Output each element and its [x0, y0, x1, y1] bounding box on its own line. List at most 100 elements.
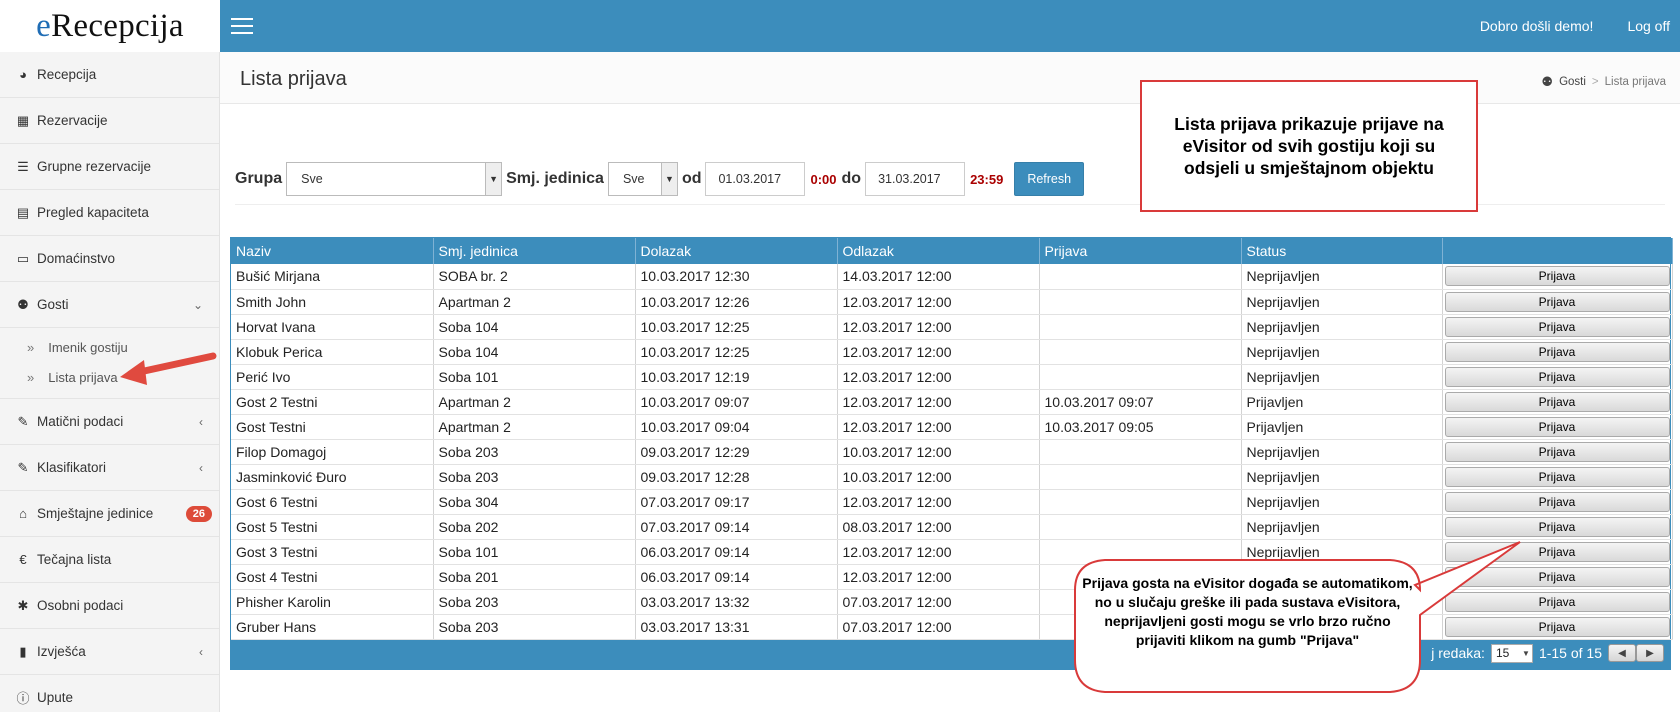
table-cell: 10.03.2017 12:00 — [837, 439, 1040, 465]
table-cell: Soba 203 — [433, 614, 636, 640]
table-row[interactable]: Filop Domagoj Soba 203 09.03.2017 12:29 10.… — [231, 439, 1673, 465]
prijava-button[interactable]: Prijava — [1444, 616, 1670, 637]
sidebar-subitem-imenik-gostiju[interactable]: » Imenik gostiju — [0, 332, 219, 362]
sidebar-item-label: Matični podaci — [37, 414, 124, 429]
table-cell: Perić Ivo — [231, 364, 434, 390]
prijava-button[interactable]: Prijava — [1444, 516, 1670, 537]
grupa-select[interactable]: Sve ▼ — [286, 162, 503, 196]
home-icon: ⌂ — [19, 506, 27, 521]
filter-bar: Grupa Sve ▼ Smj. jedinica Sve ▼ od 01.03… — [235, 162, 1085, 196]
double-chevron-right-icon: » — [27, 339, 35, 355]
table-cell: 12.03.2017 12:00 — [837, 414, 1040, 440]
table-cell: Apartman 2 — [433, 414, 636, 440]
sidebar-item-matični-podaci[interactable]: ✎ Matični podaci ‹ — [0, 399, 219, 445]
logoff-link[interactable]: Log off — [1627, 18, 1670, 34]
prijava-button[interactable]: Prijava — [1444, 291, 1670, 312]
table-row[interactable]: Gost 6 Testni Soba 304 07.03.2017 09:17 12.… — [231, 489, 1673, 515]
top-right-area: Dobro došli demo! Log off — [1480, 0, 1670, 52]
table-cell: Neprijavljen — [1241, 439, 1443, 465]
column-header[interactable]: Naziv — [231, 238, 434, 264]
smj-jedinica-select[interactable]: Sve ▼ — [607, 162, 678, 196]
sidebar-item-tečajna-lista[interactable]: € Tečajna lista — [0, 537, 219, 583]
column-header[interactable]: Dolazak — [635, 238, 838, 264]
hamburger-menu-icon[interactable] — [231, 18, 253, 34]
table-row[interactable]: Gost 2 Testni Apartman 2 10.03.2017 09:07 1… — [231, 389, 1673, 415]
table-row[interactable]: Phisher Karolin Soba 203 03.03.2017 13:32 0… — [231, 589, 1673, 615]
chevron-down-icon: ▼ — [1522, 648, 1530, 658]
prev-page-button[interactable]: ◀ — [1608, 644, 1636, 662]
sidebar-item-gosti[interactable]: ⚉ Gosti ⌄ — [0, 282, 219, 328]
table-row[interactable]: Gost 3 Testni Soba 101 06.03.2017 09:14 12.… — [231, 539, 1673, 565]
sidebar-item-pregled-kapaciteta[interactable]: ▤ Pregled kapaciteta — [0, 190, 219, 236]
table-cell: 12.03.2017 12:00 — [837, 289, 1040, 315]
prijava-button[interactable]: Prijava — [1444, 391, 1670, 412]
smj-jedinica-label: Smj. jedinica — [506, 170, 604, 187]
sidebar-item-grupne-rezervacije[interactable]: ☰ Grupne rezervacije — [0, 144, 219, 190]
column-header[interactable]: Status — [1241, 238, 1443, 264]
prijava-button[interactable]: Prijava — [1444, 266, 1670, 287]
sidebar-subitem-lista-prijava[interactable]: » Lista prijava — [0, 362, 219, 392]
smj-jedinica-select-value: Sve — [622, 172, 645, 186]
prijava-button[interactable]: Prijava — [1444, 441, 1670, 462]
table-row[interactable]: Klobuk Perica Soba 104 10.03.2017 12:25 12.… — [231, 339, 1673, 365]
prijava-button[interactable]: Prijava — [1444, 341, 1670, 362]
table-cell: 12.03.2017 12:00 — [837, 339, 1040, 365]
next-page-button[interactable]: ▶ — [1636, 644, 1664, 662]
column-header[interactable]: Smj. jedinica — [433, 238, 636, 264]
sidebar-item-label: Klasifikatori — [37, 460, 107, 475]
sidebar-item-klasifikatori[interactable]: ✎ Klasifikatori ‹ — [0, 445, 219, 491]
page-size-select[interactable]: 15 ▼ — [1490, 643, 1533, 663]
table-row[interactable]: Gost 4 Testni Soba 201 06.03.2017 09:14 12.… — [231, 564, 1673, 590]
sidebar-item-rezervacije[interactable]: ▦ Rezervacije — [0, 98, 219, 144]
chevron-down-icon: ▼ — [660, 163, 677, 195]
prijava-button[interactable]: Prijava — [1444, 466, 1670, 487]
action-cell: Prijava — [1442, 539, 1673, 565]
sidebar: ◕ Recepcija ▦ Rezervacije ☰ Grupne rezervacij… — [0, 52, 220, 712]
app-logo[interactable]: e Recepcija — [0, 0, 220, 52]
column-header[interactable]: Prijava — [1039, 238, 1242, 264]
info-icon: ⓘ — [16, 691, 30, 706]
prijava-button[interactable]: Prijava — [1444, 541, 1670, 562]
grupa-select-value: Sve — [301, 172, 323, 186]
sidebar-submenu-gosti: » Imenik gostiju » Lista prijava — [0, 328, 219, 399]
table-cell: 07.03.2017 12:00 — [837, 614, 1040, 640]
table-row[interactable]: Gost 5 Testni Soba 202 07.03.2017 09:14 08.… — [231, 514, 1673, 540]
table-row[interactable]: Horvat Ivana Soba 104 10.03.2017 12:25 12.0… — [231, 314, 1673, 340]
calendar-icon: ▤ — [16, 204, 30, 220]
table-cell: Neprijavljen — [1241, 514, 1443, 540]
sidebar-item-upute[interactable]: ⓘ Upute — [0, 675, 219, 712]
sidebar-item-smještajne-jedinice[interactable]: ⌂ Smještajne jedinice 26 — [0, 491, 219, 537]
table-row[interactable]: Jasminković Đuro Soba 203 09.03.2017 12:28… — [231, 464, 1673, 490]
date-to-input[interactable]: 31.03.2017 — [865, 162, 966, 196]
sidebar-item-domaćinstvo[interactable]: ▭ Domaćinstvo — [0, 236, 219, 282]
table-row[interactable]: Smith John Apartman 2 10.03.2017 12:26 12.0… — [231, 289, 1673, 315]
sidebar-item-label: Upute — [37, 690, 74, 705]
table-row[interactable]: Gost Testni Apartman 2 10.03.2017 09:04 12.… — [231, 414, 1673, 440]
action-cell: Prijava — [1442, 489, 1673, 515]
bar-chart-icon: ▮ — [19, 643, 27, 659]
sidebar-item-osobni-podaci[interactable]: ✱ Osobni podaci — [0, 583, 219, 629]
table-cell: 07.03.2017 09:17 — [635, 489, 838, 515]
prijava-button[interactable]: Prijava — [1444, 366, 1670, 387]
prijava-button[interactable]: Prijava — [1444, 566, 1670, 587]
sidebar-item-recepcija[interactable]: ◕ Recepcija — [0, 52, 219, 98]
column-header[interactable] — [1442, 238, 1673, 264]
table-cell: Gost 5 Testni — [231, 514, 434, 540]
sidebar-item-izvješća[interactable]: ▮ Izvješća ‹ — [0, 629, 219, 675]
column-header[interactable]: Odlazak — [837, 238, 1040, 264]
prijava-button[interactable]: Prijava — [1444, 316, 1670, 337]
prijava-button[interactable]: Prijava — [1444, 416, 1670, 437]
table-header-row: Naziv Smj. jedinica Dolazak Odlazak Prijava S… — [231, 238, 1673, 264]
breadcrumb-item-gosti[interactable]: Gosti — [1559, 76, 1586, 88]
table-row[interactable]: Perić Ivo Soba 101 10.03.2017 12:19 12.03.2… — [231, 364, 1673, 390]
table-row[interactable]: Bušić Mirjana SOBA br. 2 10.03.2017 12:30 1… — [231, 264, 1673, 290]
table-cell: Neprijavljen — [1241, 539, 1443, 565]
prijava-button[interactable]: Prijava — [1444, 491, 1670, 512]
table-row[interactable]: Gruber Hans Soba 203 03.03.2017 13:31 07.03… — [231, 614, 1673, 640]
breadcrumb-item-current: Lista prijava — [1604, 76, 1666, 88]
sidebar-item-label: Gosti — [37, 297, 69, 312]
prijava-button[interactable]: Prijava — [1444, 591, 1670, 612]
date-from-input[interactable]: 01.03.2017 — [705, 162, 806, 196]
logo-e: e — [36, 7, 52, 44]
refresh-button[interactable]: Refresh — [1014, 162, 1085, 196]
